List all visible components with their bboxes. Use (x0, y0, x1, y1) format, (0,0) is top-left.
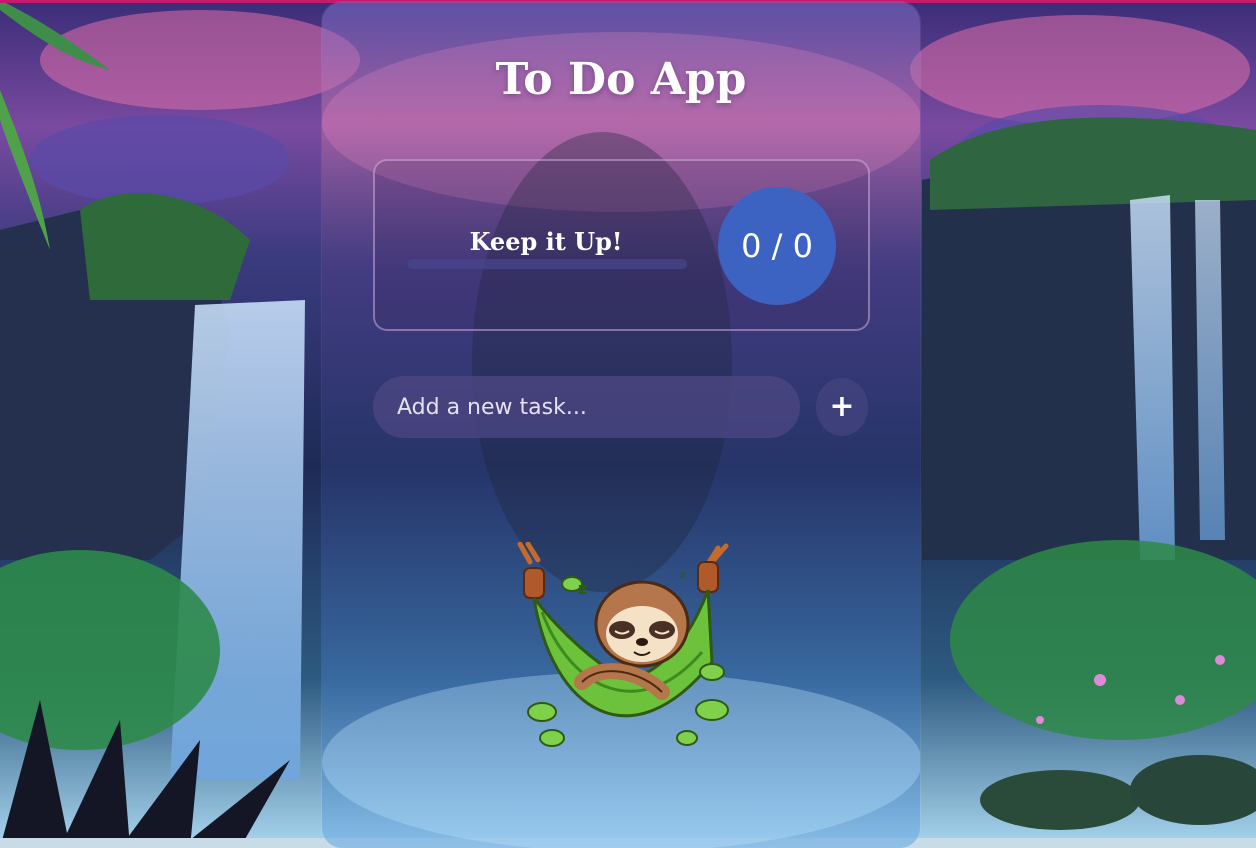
new-task-input[interactable] (373, 376, 800, 438)
todo-panel: To Do App Keep it Up! 0 / 0 + (322, 2, 920, 848)
page-background: To Do App Keep it Up! 0 / 0 + (0, 0, 1256, 848)
task-counter: 0 / 0 (718, 187, 836, 305)
sleep-z-text: z (578, 579, 587, 598)
add-task-button[interactable]: + (816, 378, 868, 436)
progress-bar (407, 259, 687, 269)
progress-card: Keep it Up! 0 / 0 (373, 159, 870, 331)
app-title: To Do App (495, 54, 747, 105)
progress-message: Keep it Up! (469, 227, 623, 256)
sleep-z-small-text: z (680, 570, 686, 581)
sleeping-sloth-illustration: z z (517, 542, 729, 747)
